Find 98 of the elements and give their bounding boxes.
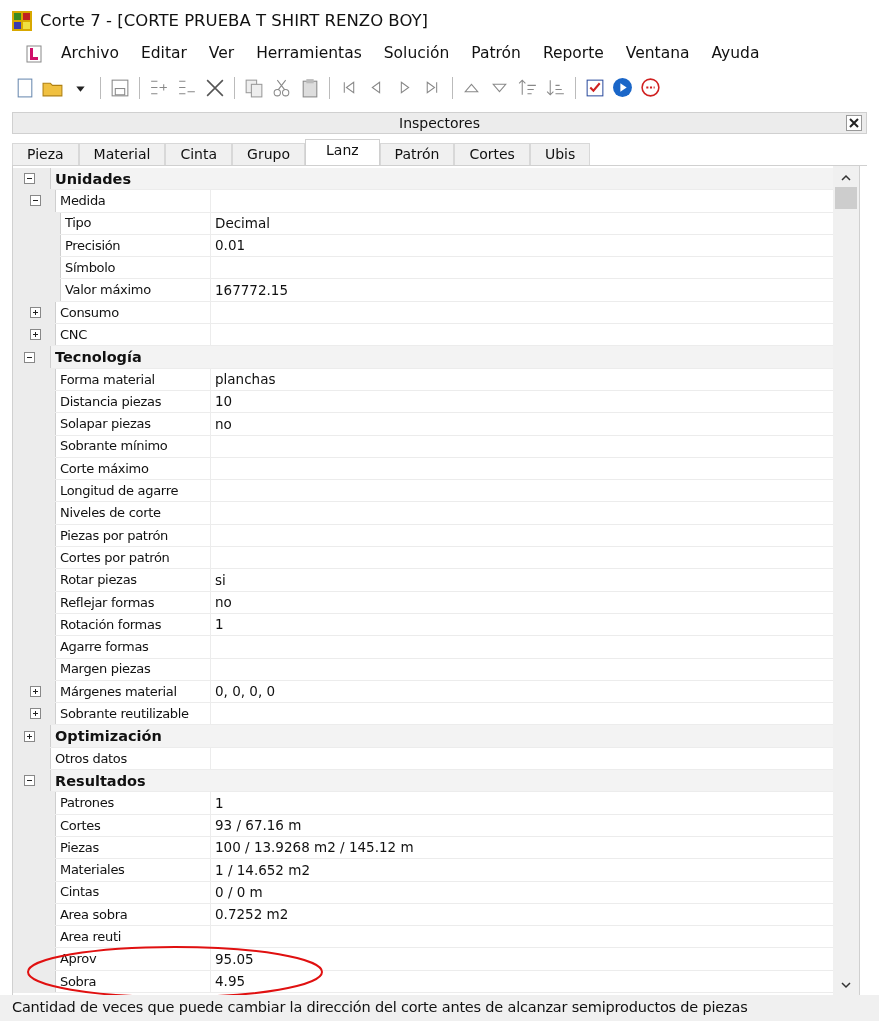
menu-item[interactable]: Editar [129, 42, 198, 66]
property-name: Piezas [56, 836, 211, 859]
property-value[interactable]: 93 / 67.16 m [211, 814, 833, 836]
tab[interactable]: Cortes [454, 143, 530, 165]
property-value[interactable]: 167772.15 [211, 279, 833, 301]
property-name: Agarre formas [56, 636, 211, 658]
property-name: Valor máximo [61, 279, 211, 301]
expand-icon[interactable] [30, 685, 41, 697]
scroll-up-icon[interactable] [841, 174, 851, 181]
property-value[interactable]: 0, 0, 0, 0 [211, 680, 833, 703]
property-value[interactable]: 100 / 13.9268 m2 / 145.12 m [211, 836, 833, 859]
status-text: Cantidad de veces que puede cambiar la dirección del corte antes de alcanzar semiproductos de piezas [12, 998, 748, 1018]
property-name: Símbolo [61, 257, 211, 279]
tab[interactable]: Cinta [165, 143, 233, 165]
property-name: Aprov [56, 948, 211, 970]
property-value[interactable]: 1 / 14.652 m2 [211, 859, 833, 881]
tab[interactable]: Pieza [12, 143, 79, 165]
property-value[interactable]: si [211, 569, 833, 591]
property-name: Solapar piezas [56, 413, 211, 435]
collapse-icon[interactable] [24, 775, 35, 787]
collapse-icon[interactable] [30, 195, 41, 207]
expand-icon[interactable] [30, 329, 41, 341]
ellipsis-icon[interactable] [640, 77, 662, 99]
property-value[interactable]: no [211, 591, 833, 613]
app-icon [12, 11, 32, 31]
property-name: Rotación formas [56, 613, 211, 636]
property-name: Otros datos [51, 747, 211, 769]
category-label: Resultados [54, 772, 146, 791]
property-name: Distancia piezas [56, 390, 211, 413]
save-icon[interactable] [109, 77, 131, 99]
menu-item[interactable]: Patrón [460, 42, 532, 66]
scroll-thumb[interactable] [835, 187, 857, 209]
property-name: Margen piezas [56, 658, 211, 680]
menu-item[interactable]: Ver [197, 42, 246, 66]
property-name: Niveles de corte [56, 502, 211, 524]
property-name: Patrones [56, 792, 211, 814]
tab[interactable]: Ubis [529, 143, 591, 165]
property-name: Márgenes material [56, 680, 211, 703]
property-name: Precisión [61, 234, 211, 257]
property-name: Cortes por patrón [56, 547, 211, 569]
menu-item[interactable]: Ventana [614, 42, 701, 66]
tab[interactable]: Grupo [232, 143, 305, 165]
property-name: Piezas por patrón [56, 524, 211, 547]
property-name: Forma material [56, 368, 211, 390]
tab[interactable]: Lanz [305, 139, 380, 165]
scrollbar[interactable] [833, 166, 859, 995]
property-name: Reflejar formas [56, 591, 211, 613]
property-name: CNC [56, 324, 211, 346]
property-name: Sobrante mínimo [56, 435, 211, 457]
delete-icon[interactable] [204, 77, 226, 99]
property-name: Consumo [56, 301, 211, 324]
menu-item[interactable]: Solución [372, 42, 461, 66]
expand-icon[interactable] [30, 306, 41, 318]
play-icon[interactable] [612, 77, 634, 99]
property-value[interactable]: 1 [211, 613, 833, 636]
property-value[interactable]: 0.01 [211, 234, 833, 257]
close-icon [849, 118, 859, 128]
category-label: Unidades [54, 170, 132, 189]
property-name: Rotar piezas [56, 569, 211, 591]
scroll-down-icon[interactable] [841, 982, 851, 989]
property-name: Cortes [56, 814, 211, 836]
property-name: Area sobra [56, 903, 211, 926]
menu-item[interactable]: Herramientas [245, 42, 373, 66]
property-name: Medida [56, 190, 211, 212]
checklist-icon[interactable] [584, 77, 606, 99]
property-name: Cintas [56, 881, 211, 903]
collapse-icon[interactable] [24, 351, 35, 363]
property-value[interactable]: 0 / 0 m [211, 881, 833, 903]
property-value[interactable]: 10 [211, 390, 833, 413]
tab[interactable]: Material [78, 143, 166, 165]
panel-title: Inspectores [399, 113, 480, 133]
property-name: Longitud de agarre [56, 480, 211, 502]
tab[interactable]: Patrón [379, 143, 455, 165]
property-value[interactable]: 4.95 [211, 970, 833, 992]
property-name: Materiales [56, 859, 211, 881]
window-title: Corte 7 - [CORTE PRUEBA T SHIRT RENZO BOY] [40, 12, 428, 30]
app-logo-icon [26, 45, 42, 63]
property-value[interactable]: planchas [211, 368, 833, 390]
menu-item[interactable]: Archivo [50, 42, 130, 66]
property-name: Sobra [56, 970, 211, 992]
property-value[interactable]: 0.7252 m2 [211, 903, 833, 926]
property-value[interactable]: no [211, 413, 833, 435]
copy-icon[interactable] [243, 77, 265, 99]
property-name: Corte máximo [56, 457, 211, 480]
close-button[interactable] [846, 115, 862, 131]
property-value[interactable]: 1 [211, 792, 833, 814]
property-name: Tipo [61, 212, 211, 234]
property-name: Area reuti [56, 926, 211, 948]
collapse-icon[interactable] [24, 173, 35, 185]
property-value[interactable]: 95.05 [211, 948, 833, 970]
property-value[interactable]: Decimal [211, 212, 833, 234]
property-name: Sobrante reutilizable [56, 703, 211, 725]
expand-icon[interactable] [24, 730, 35, 742]
expand-icon[interactable] [30, 708, 41, 720]
category-label: Optimización [54, 727, 162, 747]
category-label: Tecnología [54, 348, 142, 368]
menu-item[interactable]: Reporte [531, 42, 615, 66]
menu-item[interactable]: Ayuda [700, 42, 771, 66]
